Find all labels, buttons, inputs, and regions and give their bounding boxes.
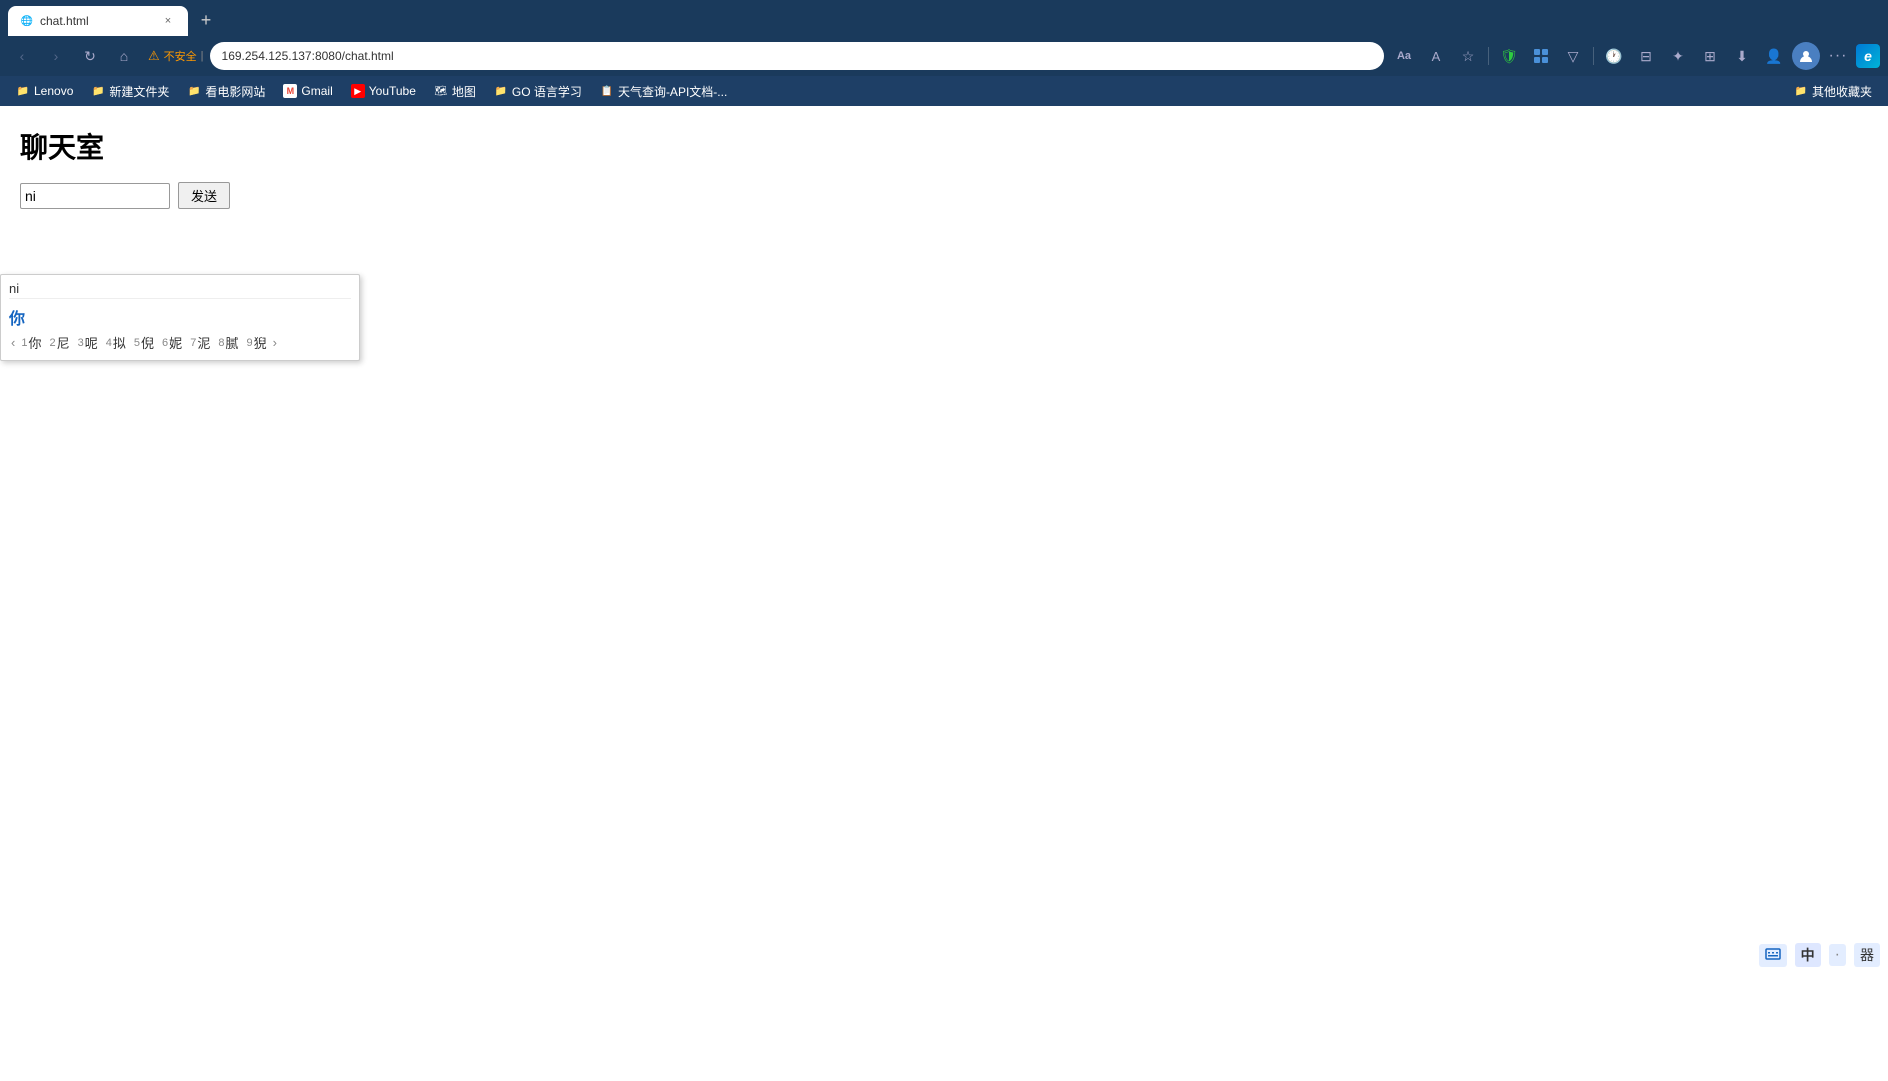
- tray-ime-label[interactable]: 中: [1795, 943, 1821, 967]
- bookmark-new-folder-label: 新建文件夹: [109, 83, 169, 100]
- text-size-icon[interactable]: A: [1422, 42, 1450, 70]
- history-icon[interactable]: 🕐: [1600, 42, 1628, 70]
- chat-message-input[interactable]: [20, 183, 170, 209]
- profile-button[interactable]: [1792, 42, 1820, 70]
- youtube-favicon: ▶: [351, 84, 365, 98]
- browser-chrome: 🌐 chat.html × + ‹ › ↻ ⌂ ⚠ 不安全 | Aa A ☆: [0, 0, 1888, 106]
- maps-favicon: 🗺: [434, 84, 448, 98]
- security-badge: ⚠ 不安全 |: [148, 48, 204, 64]
- security-label: 不安全: [164, 48, 197, 64]
- bookmark-others-label: 其他收藏夹: [1812, 83, 1872, 100]
- ime-popup: ni 你 ‹ 1 你 2 尼 3 呢 4 拟 5 倪: [0, 274, 360, 361]
- folder-icon: 📁: [16, 84, 30, 98]
- tab-close-button[interactable]: ×: [160, 13, 176, 29]
- tab-favicon: 🌐: [20, 14, 34, 28]
- tray-dot[interactable]: ·: [1829, 944, 1846, 966]
- read-aloud-icon[interactable]: Aa: [1390, 42, 1418, 70]
- back-button[interactable]: ‹: [8, 42, 36, 70]
- favorites-icon[interactable]: ☆: [1454, 42, 1482, 70]
- bookmarks-bar: 📁 Lenovo 📁 新建文件夹 📁 看电影网站 M Gmail ▶ YouTu…: [0, 76, 1888, 106]
- page-content: 聊天室 发送 ni 你 ‹ 1 你 2 尼 3 呢 4 拟: [0, 106, 1888, 237]
- bookmark-maps[interactable]: 🗺 地图: [426, 81, 484, 102]
- ime-candidate-9[interactable]: 9 猊: [242, 333, 270, 352]
- more-button[interactable]: ···: [1824, 42, 1852, 70]
- address-bar-row: ‹ › ↻ ⌂ ⚠ 不安全 | Aa A ☆ 🛡 ▽: [0, 36, 1888, 76]
- bookmark-movies-label: 看电影网站: [205, 83, 265, 100]
- separator: |: [201, 50, 204, 62]
- bookmark-movies[interactable]: 📁 看电影网站: [179, 81, 273, 102]
- tab-bar: 🌐 chat.html × +: [0, 0, 1888, 36]
- toolbar-separator-1: [1488, 47, 1489, 65]
- browser-essentials-icon[interactable]: ⊞: [1696, 42, 1724, 70]
- tab-title: chat.html: [40, 14, 154, 28]
- bookmark-weather[interactable]: 📋 天气查询-API文档-...: [592, 81, 735, 102]
- bookmark-lenovo[interactable]: 📁 Lenovo: [8, 82, 81, 100]
- collections-icon[interactable]: ✦: [1664, 42, 1692, 70]
- extensions-icon[interactable]: [1527, 42, 1555, 70]
- bookmark-lenovo-label: Lenovo: [34, 84, 73, 98]
- chat-input-row: 发送: [20, 182, 1868, 209]
- bookmark-go-learning[interactable]: 📁 GO 语言学习: [486, 81, 590, 102]
- tray-grid[interactable]: 器: [1854, 943, 1880, 967]
- gmail-favicon: M: [283, 84, 297, 98]
- bookmark-go-learning-label: GO 语言学习: [512, 83, 582, 100]
- download-icon[interactable]: ⬇: [1728, 42, 1756, 70]
- ime-candidate-6[interactable]: 6 妮: [158, 333, 186, 352]
- toolbar-separator-2: [1593, 47, 1594, 65]
- bookmark-new-folder[interactable]: 📁 新建文件夹: [83, 81, 177, 102]
- ime-pinyin: ni: [9, 279, 351, 299]
- tray-keyboard-icon[interactable]: [1759, 944, 1787, 967]
- ime-candidates: ‹ 1 你 2 尼 3 呢 4 拟 5 倪 6 妮: [9, 333, 351, 352]
- ime-candidate-7[interactable]: 7 泥: [186, 333, 214, 352]
- edge-icon: e: [1856, 44, 1880, 68]
- ime-prev-button[interactable]: ‹: [9, 335, 17, 350]
- vpn-icon[interactable]: ▽: [1559, 42, 1587, 70]
- bookmark-youtube-label: YouTube: [369, 84, 416, 98]
- ime-candidate-2[interactable]: 2 尼: [45, 333, 73, 352]
- new-tab-button[interactable]: +: [192, 6, 220, 34]
- send-button[interactable]: 发送: [178, 182, 230, 209]
- ime-candidate-1[interactable]: 1 你: [17, 333, 45, 352]
- folder-icon: 📁: [494, 84, 508, 98]
- home-button[interactable]: ⌂: [110, 42, 138, 70]
- ime-candidate-4[interactable]: 4 拟: [102, 333, 130, 352]
- refresh-button[interactable]: ↻: [76, 42, 104, 70]
- ime-candidate-5[interactable]: 5 倪: [130, 333, 158, 352]
- ime-candidate-8[interactable]: 8 腻: [214, 333, 242, 352]
- shield-icon[interactable]: 🛡: [1495, 42, 1523, 70]
- forward-button[interactable]: ›: [42, 42, 70, 70]
- account-icon[interactable]: 👤: [1760, 42, 1788, 70]
- active-tab[interactable]: 🌐 chat.html ×: [8, 6, 188, 36]
- system-tray: 中 · 器: [1759, 943, 1880, 967]
- folder-icon: 📁: [1794, 84, 1808, 98]
- bookmark-weather-label: 天气查询-API文档-...: [618, 83, 727, 100]
- ime-selected-char[interactable]: 你: [9, 303, 351, 333]
- toolbar-icons: Aa A ☆ 🛡 ▽ 🕐 ⊟ ✦ ⊞ ⬇ 👤 ···: [1390, 42, 1880, 70]
- warning-icon: ⚠: [148, 48, 160, 64]
- bookmark-maps-label: 地图: [452, 83, 476, 100]
- ime-candidate-3[interactable]: 3 呢: [74, 333, 102, 352]
- ime-next-button[interactable]: ›: [271, 335, 279, 350]
- bookmark-youtube[interactable]: ▶ YouTube: [343, 82, 424, 100]
- bookmark-gmail-label: Gmail: [301, 84, 332, 98]
- folder-icon: 📁: [187, 84, 201, 98]
- folder-icon: 📁: [91, 84, 105, 98]
- address-input[interactable]: [210, 42, 1384, 70]
- page-title: 聊天室: [20, 126, 1868, 166]
- bookmark-gmail[interactable]: M Gmail: [275, 82, 340, 100]
- bookmark-others[interactable]: 📁 其他收藏夹: [1786, 81, 1880, 102]
- weather-favicon: 📋: [600, 84, 614, 98]
- split-view-icon[interactable]: ⊟: [1632, 42, 1660, 70]
